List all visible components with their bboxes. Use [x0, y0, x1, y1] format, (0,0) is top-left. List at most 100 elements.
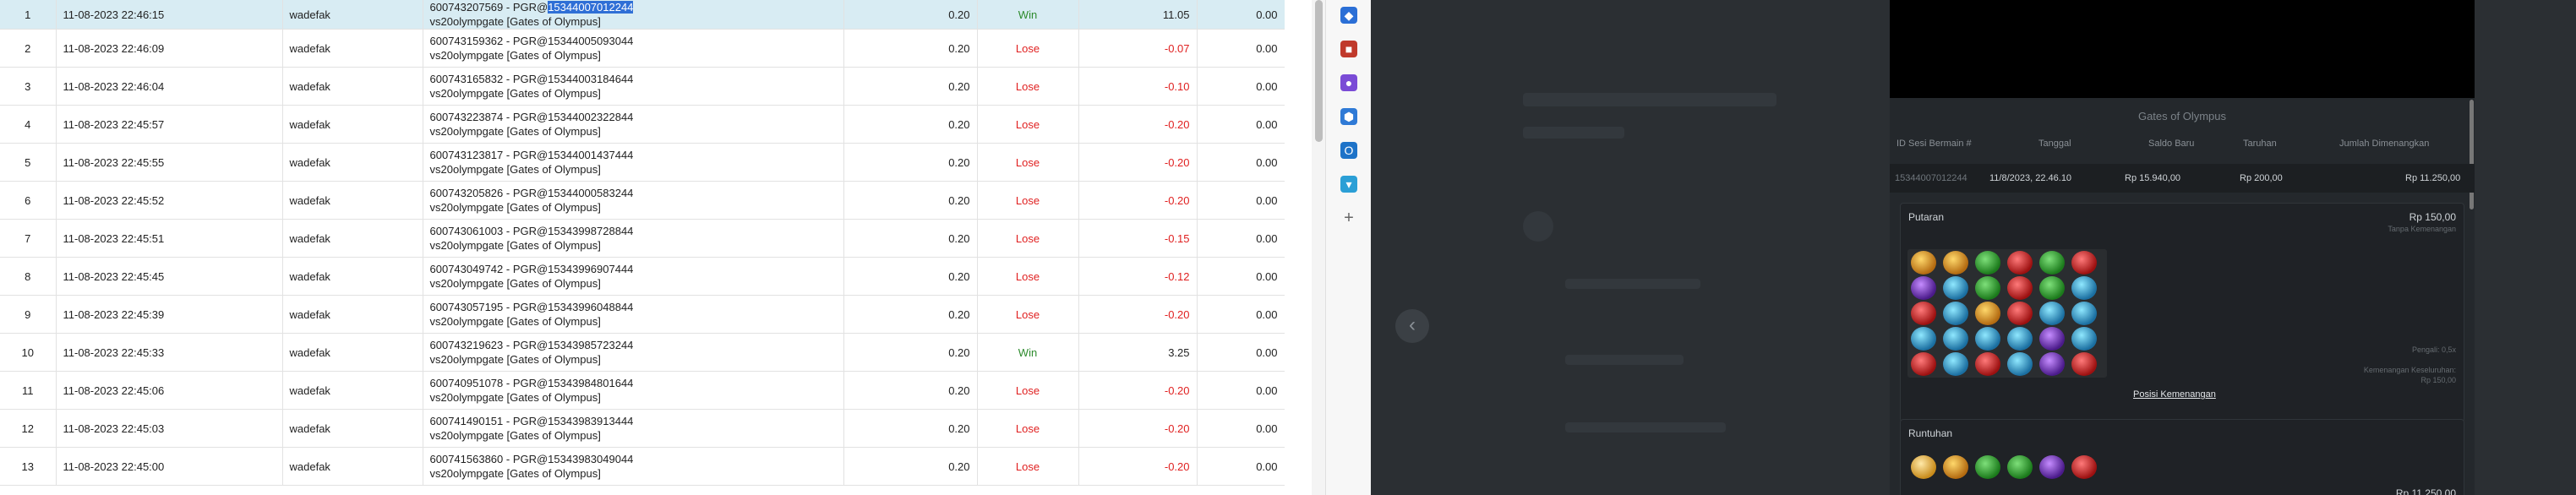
table-row[interactable]: 12 11-08-2023 22:45:03 wadefak 600741490151…	[0, 409, 1285, 448]
hexagon-icon[interactable]: ⬢	[1340, 108, 1357, 125]
chevron-left-icon[interactable]: ‹	[1395, 309, 1429, 343]
row-number: 5	[0, 143, 57, 182]
row-description[interactable]: 600743223874 - PGR@15344002322844 vs20oly…	[423, 105, 844, 144]
spin-label: Putaran	[1908, 211, 1945, 223]
people-icon[interactable]: ●	[1340, 74, 1357, 91]
row-description[interactable]: 600743219623 - PGR@15343985723244 vs20oly…	[423, 333, 844, 372]
cascade-label: Runtuhan	[1908, 427, 1953, 439]
multiplier-text: Pengali: 0,5x	[2411, 345, 2456, 354]
slot-symbol	[2007, 302, 2033, 325]
background-placeholder	[1523, 127, 1624, 139]
row-desc-prefix: 600741563860 - PGR@15343983049044	[429, 453, 634, 465]
slot-symbol	[1911, 251, 1936, 275]
tag-icon[interactable]: ◆	[1340, 7, 1357, 24]
row-description[interactable]: 600743061003 - PGR@15343998728844 vs20oly…	[423, 219, 844, 258]
table-row[interactable]: 10 11-08-2023 22:45:33 wadefak 600743219623…	[0, 333, 1285, 372]
row-number: 10	[0, 333, 57, 372]
row-balance: 0.00	[1197, 409, 1285, 448]
slot-symbol	[2071, 251, 2097, 275]
row-result: Lose	[977, 257, 1079, 296]
row-description[interactable]: 600740951078 - PGR@15343984801644 vs20oly…	[423, 371, 844, 410]
row-description[interactable]: 600741490151 - PGR@15343983913444 vs20oly…	[423, 409, 844, 448]
row-username: wadefak	[282, 409, 423, 448]
row-amount: -0.20	[1078, 143, 1198, 182]
row-username: wadefak	[282, 447, 423, 486]
toolbox-icon[interactable]: ■	[1340, 41, 1357, 57]
slot-symbol	[1975, 276, 2000, 300]
row-amount: -0.20	[1078, 181, 1198, 220]
row-desc-prefix: 600740951078 - PGR@15343984801644	[429, 377, 634, 389]
row-balance: 0.00	[1197, 105, 1285, 144]
table-row[interactable]: 1 11-08-2023 22:46:15 wadefak 600743207569 …	[0, 0, 1285, 30]
row-datetime: 11-08-2023 22:46:04	[56, 67, 283, 106]
slot-symbol	[2071, 327, 2097, 351]
cart-icon[interactable]: ▾	[1340, 176, 1357, 193]
background-placeholder	[1565, 279, 1700, 289]
row-desc-game: vs20olympgate [Gates of Olympus]	[429, 163, 601, 176]
outlook-icon[interactable]: O	[1340, 142, 1357, 159]
table-row[interactable]: 5 11-08-2023 22:45:55 wadefak 600743123817 …	[0, 143, 1285, 182]
row-desc-prefix: 600743205826 - PGR@15344000583244	[429, 187, 634, 199]
row-desc-prefix: 600743123817 - PGR@15344001437444	[429, 149, 634, 161]
row-desc-game: vs20olympgate [Gates of Olympus]	[429, 15, 601, 28]
table-row[interactable]: 11 11-08-2023 22:45:06 wadefak 600740951078…	[0, 371, 1285, 410]
row-bet: 0.20	[843, 67, 978, 106]
row-balance: 0.00	[1197, 295, 1285, 334]
table-row[interactable]: 6 11-08-2023 22:45:52 wadefak 600743205826 …	[0, 181, 1285, 220]
table-scrollbar-thumb[interactable]	[1315, 0, 1323, 142]
transaction-table: 1 11-08-2023 22:46:15 wadefak 600743207569 …	[0, 0, 1285, 486]
table-row[interactable]: 4 11-08-2023 22:45:57 wadefak 600743223874 …	[0, 105, 1285, 144]
row-description[interactable]: 600743057195 - PGR@15343996048844 vs20oly…	[423, 295, 844, 334]
row-description[interactable]: 600743165832 - PGR@15344003184644 vs20oly…	[423, 67, 844, 106]
row-description[interactable]: 600743123817 - PGR@15344001437444 vs20oly…	[423, 143, 844, 182]
background-placeholder	[1565, 422, 1726, 432]
slot-symbol	[2039, 352, 2065, 376]
total-win-label: Kemenangan Keseluruhan:	[2363, 366, 2456, 374]
win-position-link[interactable]: Posisi Kemenangan	[2133, 389, 2216, 400]
row-description[interactable]: 600743205826 - PGR@15344000583244 vs20oly…	[423, 181, 844, 220]
row-desc-game: vs20olympgate [Gates of Olympus]	[429, 87, 601, 100]
extension-sidebar: ◆ ■ ● ⬢ O ▾ +	[1325, 0, 1372, 495]
header-new-balance: Saldo Baru	[2148, 139, 2195, 149]
table-row[interactable]: 3 11-08-2023 22:46:04 wadefak 600743165832 …	[0, 67, 1285, 106]
row-desc-game: vs20olympgate [Gates of Olympus]	[429, 467, 601, 480]
table-row[interactable]: 9 11-08-2023 22:45:39 wadefak 600743057195 …	[0, 295, 1285, 334]
slot-symbol	[1943, 302, 1968, 325]
slot-symbol	[1975, 327, 2000, 351]
row-description[interactable]: 600743207569 - PGR@15344007012244 vs20oly…	[423, 0, 844, 30]
row-desc-game: vs20olympgate [Gates of Olympus]	[429, 353, 601, 366]
table-row[interactable]: 8 11-08-2023 22:45:45 wadefak 600743049742 …	[0, 257, 1285, 296]
row-desc-prefix: 600743219623 - PGR@15343985723244	[429, 339, 634, 351]
row-balance: 0.00	[1197, 257, 1285, 296]
row-balance: 0.00	[1197, 143, 1285, 182]
row-result: Lose	[977, 67, 1079, 106]
plus-icon[interactable]: +	[1340, 209, 1357, 226]
row-result: Lose	[977, 295, 1079, 334]
row-description[interactable]: 600741563860 - PGR@15343983049044 vs20oly…	[423, 447, 844, 486]
row-description[interactable]: 600743049742 - PGR@15343996907444 vs20oly…	[423, 257, 844, 296]
session-date: 11/8/2023, 22.46.10	[1989, 173, 2072, 183]
slot-symbol	[1943, 352, 1968, 376]
table-row[interactable]: 2 11-08-2023 22:46:09 wadefak 600743159362 …	[0, 29, 1285, 68]
row-amount: -0.07	[1078, 29, 1198, 68]
slot-symbol	[1911, 455, 1936, 479]
session-row[interactable]	[1890, 164, 2475, 193]
row-number: 6	[0, 181, 57, 220]
row-username: wadefak	[282, 371, 423, 410]
row-description[interactable]: 600743159362 - PGR@15344005093044 vs20oly…	[423, 29, 844, 68]
row-balance: 0.00	[1197, 0, 1285, 30]
row-desc-highlight: 15344007012244	[548, 1, 634, 14]
row-balance: 0.00	[1197, 371, 1285, 410]
row-username: wadefak	[282, 29, 423, 68]
table-row[interactable]: 7 11-08-2023 22:45:51 wadefak 600743061003 …	[0, 219, 1285, 258]
row-datetime: 11-08-2023 22:45:03	[56, 409, 283, 448]
row-desc-game: vs20olympgate [Gates of Olympus]	[429, 49, 601, 62]
row-result: Lose	[977, 447, 1079, 486]
row-desc-prefix: 600743207569 - PGR@	[429, 1, 548, 14]
row-number: 7	[0, 219, 57, 258]
row-desc-prefix: 600741490151 - PGR@15343983913444	[429, 415, 634, 427]
session-bet: Rp 200,00	[2240, 173, 2283, 183]
row-desc-prefix: 600743165832 - PGR@15344003184644	[429, 73, 634, 85]
table-row[interactable]: 13 11-08-2023 22:45:00 wadefak 600741563860…	[0, 447, 1285, 486]
slot-symbol	[1975, 455, 2000, 479]
